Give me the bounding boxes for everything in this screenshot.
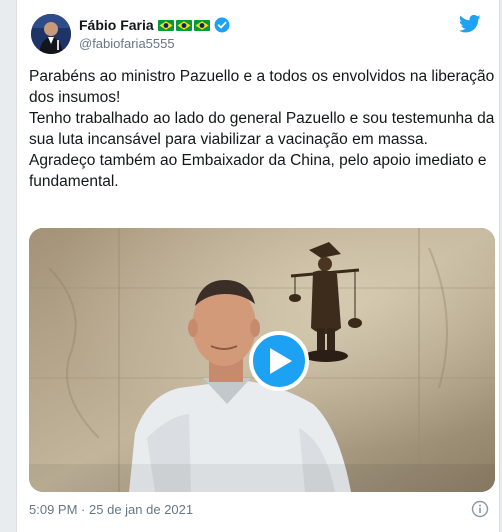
play-icon bbox=[270, 348, 292, 374]
author-handle[interactable]: @fabiofaria5555 bbox=[79, 36, 230, 51]
tweet-date: 25 de jan de 2021 bbox=[89, 502, 194, 517]
brazil-flag-icon bbox=[175, 19, 192, 31]
tweet-text-line: Agradeço também ao Embaixador da China, … bbox=[29, 152, 487, 190]
brazil-flag-icon bbox=[157, 19, 174, 31]
twitter-bird-icon[interactable] bbox=[459, 14, 481, 34]
display-name-row: Fábio Faria bbox=[79, 16, 230, 34]
verified-badge-icon bbox=[214, 17, 230, 33]
author-info: Fábio Faria @fabiofaria5555 bbox=[79, 16, 230, 51]
tweet-text-line: Parabéns ao ministro Pazuello e a todos … bbox=[29, 68, 495, 106]
page-background bbox=[0, 0, 16, 532]
avatar[interactable] bbox=[31, 14, 71, 54]
info-icon[interactable] bbox=[471, 500, 489, 518]
tweet-timestamp[interactable]: 5:09 PM · 25 de jan de 2021 bbox=[29, 502, 193, 517]
flag-emojis bbox=[157, 19, 210, 31]
video-player[interactable] bbox=[29, 228, 495, 492]
brazil-flag-icon bbox=[193, 19, 210, 31]
display-name[interactable]: Fábio Faria bbox=[79, 17, 154, 33]
tweet-header: Fábio Faria @fabiofaria5555 bbox=[29, 14, 489, 58]
tweet-card: Fábio Faria @fabiofaria5555 Parabéns ao … bbox=[16, 0, 500, 532]
tweet-time: 5:09 PM bbox=[29, 502, 78, 517]
tweet-text: Parabéns ao ministro Pazuello e a todos … bbox=[29, 66, 497, 192]
tweet-text-line: Tenho trabalhado ao lado do general Pazu… bbox=[29, 110, 495, 148]
play-button[interactable] bbox=[249, 331, 309, 391]
